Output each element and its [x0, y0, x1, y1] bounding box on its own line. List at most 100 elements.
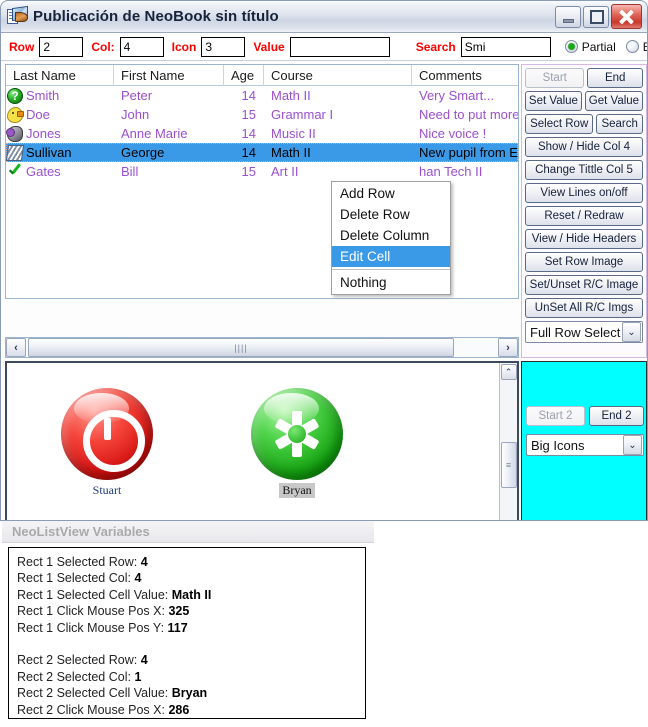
cell-last-name: Gates — [26, 164, 61, 179]
view-mode-dropdown[interactable]: Big Icons ⌄ — [526, 434, 644, 456]
table-header-row: Last Name First Name Age Course Comments — [6, 65, 518, 86]
cell-comments: Need to put more at — [419, 107, 518, 122]
col-label: Col: — [91, 39, 115, 54]
start-button[interactable]: Start — [525, 68, 585, 88]
column-header-course[interactable]: Course — [264, 65, 412, 86]
table-row[interactable]: Smith Peter 14 Math II Very Smart... — [6, 86, 518, 105]
maximize-button[interactable] — [583, 5, 609, 28]
icon-view-item[interactable]: Stuart — [47, 388, 167, 498]
cell-age: 14 — [241, 126, 256, 141]
col-input[interactable] — [119, 36, 164, 57]
chevron-down-icon[interactable]: ⌄ — [622, 322, 641, 342]
hscroll-track[interactable]: |||| — [26, 338, 498, 357]
search-button[interactable]: Search — [596, 114, 644, 134]
table-row[interactable]: Jones Anne Marie 14 Music II Nice voice … — [6, 124, 518, 143]
value-input[interactable] — [289, 36, 390, 57]
close-button[interactable] — [611, 4, 642, 29]
set-unset-rc-image-button[interactable]: Set/Unset R/C Image — [525, 275, 643, 295]
title-bar: Publicación de NeoBook sin título — [1, 1, 647, 33]
select-row-button[interactable]: Select Row — [525, 114, 594, 134]
icon-input[interactable] — [201, 36, 246, 57]
hscroll-thumb[interactable]: |||| — [28, 338, 454, 357]
scroll-right-arrow-icon[interactable]: › — [498, 338, 518, 357]
cell-last-name: Jones — [26, 126, 61, 141]
context-menu-item-edit-cell[interactable]: Edit Cell — [332, 246, 450, 267]
icon-view-item-caption: Stuart — [92, 483, 122, 497]
column-header-comments[interactable]: Comments — [412, 65, 518, 86]
set-value-button[interactable]: Set Value — [525, 91, 582, 111]
change-title-col5-button[interactable]: Change Tittle Col 5 — [525, 160, 643, 180]
client-area: Row Col: Icon Value Search Partial Exact… — [1, 33, 647, 520]
hscroll-grip-icon: |||| — [234, 342, 248, 353]
parameter-toolbar: Row Col: Icon Value Search Partial Exact — [1, 33, 647, 61]
variables-panel: NeoListView Variables Rect 1 Selected Ro… — [2, 521, 374, 727]
variables-panel-body: Rect 1 Selected Row: 4 Rect 1 Selected C… — [8, 547, 366, 719]
partial-radio-icon[interactable] — [564, 40, 578, 53]
column-header-first-name[interactable]: First Name — [114, 65, 224, 86]
end-button[interactable]: End — [587, 68, 644, 88]
cell-age: 14 — [241, 88, 256, 103]
table-row[interactable]: Gates Bill 15 Art II han Tech II — [6, 162, 518, 181]
cell-comments: Very Smart... — [419, 88, 495, 103]
scroll-up-arrow-icon[interactable]: ⌃ — [500, 364, 517, 380]
row-input[interactable] — [39, 36, 84, 57]
variable-line: Rect 1 Selected Row: 4 — [17, 555, 148, 569]
context-menu-item-add-row[interactable]: Add Row — [332, 183, 450, 204]
cell-age: 15 — [241, 107, 256, 122]
icon-label: Icon — [171, 39, 197, 54]
green-asterisk-icon[interactable] — [251, 388, 343, 480]
vscroll-track[interactable]: ≡ — [500, 381, 518, 520]
partial-radio-group[interactable]: Partial — [564, 40, 620, 54]
cell-course: Math II — [271, 145, 311, 160]
table-row-selected[interactable]: Sullivan George 14 Math II New pupil fro… — [6, 143, 518, 162]
unset-all-rc-imgs-button[interactable]: UnSet All R/C Imgs — [525, 298, 643, 318]
cell-first-name: Bill — [121, 164, 139, 179]
view-hide-headers-button[interactable]: View / Hide Headers — [525, 229, 643, 249]
cyan-options-panel: Start 2 End 2 Big Icons ⌄ — [521, 361, 647, 520]
view-lines-button[interactable]: View Lines on/off — [525, 183, 643, 203]
chevron-down-icon[interactable]: ⌄ — [623, 435, 642, 455]
column-header-age[interactable]: Age — [224, 65, 264, 86]
context-menu-item-nothing[interactable]: Nothing — [332, 272, 450, 293]
mouse-icon — [6, 125, 23, 142]
red-power-icon[interactable] — [61, 388, 153, 480]
start2-button[interactable]: Start 2 — [526, 406, 585, 426]
icon-view-vertical-scrollbar[interactable]: ⌃ ≡ ⌄ — [499, 363, 518, 520]
cell-comments: Nice voice ! — [419, 126, 487, 141]
context-menu-item-delete-column[interactable]: Delete Column — [332, 225, 450, 246]
table-row[interactable]: Doe John 15 Grammar I Need to put more a… — [6, 105, 518, 124]
cell-age: 15 — [241, 164, 256, 179]
search-label: Search — [415, 39, 456, 54]
column-header-last-name[interactable]: Last Name — [6, 65, 114, 86]
scroll-left-arrow-icon[interactable]: ‹ — [6, 338, 26, 357]
vscroll-thumb[interactable]: ≡ — [500, 441, 517, 488]
icon-view-item-selected[interactable]: Bryan — [237, 388, 357, 499]
cell-last-name: Smith — [26, 88, 60, 103]
row-label: Row — [9, 39, 35, 54]
table-horizontal-scrollbar[interactable]: ‹ |||| › — [5, 337, 519, 358]
context-menu-item-delete-row[interactable]: Delete Row — [332, 204, 450, 225]
exact-radio-group[interactable]: Exact — [625, 40, 647, 54]
show-hide-col4-button[interactable]: Show / Hide Col 4 — [525, 137, 643, 157]
neobook-document-icon — [7, 5, 29, 27]
icon-view-canvas[interactable]: Stuart Bryan — [7, 363, 499, 520]
control-button-panel: Start End Set Value Get Value Select Row… — [521, 64, 647, 358]
variable-line: Rect 1 Click Mouse Pos Y: 117 — [17, 620, 188, 635]
set-row-image-button[interactable]: Set Row Image — [525, 252, 643, 272]
application-window: Publicación de NeoBook sin título Row Co… — [0, 0, 648, 521]
variable-line: Rect 2 Click Mouse Pos Y: 388 — [17, 718, 365, 719]
flag-icon — [6, 144, 25, 161]
end2-button[interactable]: End 2 — [588, 406, 645, 426]
variable-line: Rect 1 Click Mouse Pos X: 325 — [17, 604, 190, 619]
variable-line: Rect 2 Click Mouse Pos X: 286 — [17, 702, 190, 717]
select-mode-dropdown[interactable]: Full Row Select ⌄ — [525, 321, 643, 343]
select-mode-value: Full Row Select — [530, 324, 621, 340]
cell-comments: New pupil from Eng — [419, 145, 518, 160]
minimize-button[interactable] — [555, 5, 581, 28]
exact-radio-icon[interactable] — [625, 40, 639, 53]
icon-view-panel[interactable]: Stuart Bryan ⌃ ≡ ⌄ — [5, 361, 519, 520]
context-menu[interactable]: Add Row Delete Row Delete Column Edit Ce… — [331, 181, 451, 295]
reset-redraw-button[interactable]: Reset / Redraw — [525, 206, 643, 226]
search-input[interactable] — [460, 36, 551, 57]
get-value-button[interactable]: Get Value — [584, 91, 643, 111]
